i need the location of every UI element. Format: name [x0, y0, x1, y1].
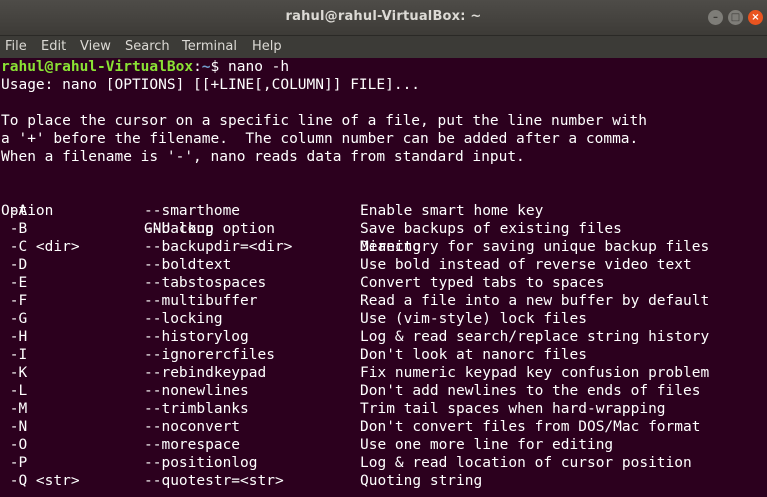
minimize-button[interactable]: – [708, 10, 723, 25]
option-meaning: Convert typed tabs to spaces [360, 275, 605, 291]
prompt-separator: : [193, 59, 202, 75]
description-line: a '+' before the filename. The column nu… [1, 131, 639, 147]
option-long-name: --noconvert [144, 419, 241, 435]
prompt-line: rahul@rahul-VirtualBox:~$ nano -h [1, 58, 289, 76]
option-flag: -I [1, 347, 28, 363]
option-meaning: Enable smart home key [360, 203, 544, 219]
description-line: To place the cursor on a specific line o… [1, 113, 648, 129]
option-flag: -F [1, 293, 28, 309]
maximize-button[interactable]: □ [728, 10, 743, 25]
menu-search[interactable]: Search [125, 38, 170, 56]
menu-file[interactable]: File [5, 38, 27, 56]
option-long-name: --backup [144, 221, 214, 237]
option-long-name: --locking [144, 311, 223, 327]
option-meaning: Don't convert files from DOS/Mac format [360, 419, 701, 435]
window-title: rahul@rahul-VirtualBox: ~ [285, 9, 482, 24]
option-flag: -B [1, 221, 28, 237]
option-meaning: Don't look at nanorc files [360, 347, 587, 363]
option-long-name: --nonewlines [144, 383, 249, 399]
option-long-name: --ignorercfiles [144, 347, 275, 363]
prompt-symbol: $ [210, 59, 220, 75]
option-flag: -Q <str> [1, 473, 80, 489]
option-meaning: Quoting string [360, 473, 483, 489]
option-flag: -E [1, 275, 28, 291]
prompt-path: ~ [201, 59, 211, 75]
usage-line: Usage: nano [OPTIONS] [[+LINE[,COLUMN]] … [1, 77, 421, 93]
description-line: When a filename is '-', nano reads data … [1, 149, 525, 165]
option-meaning: Use one more line for editing [360, 437, 614, 453]
option-long-name: --rebindkeypad [144, 365, 267, 381]
option-long-name: --multibuffer [144, 293, 258, 309]
close-button[interactable]: × [748, 10, 763, 25]
option-meaning: Fix numeric keypad key confusion problem [360, 365, 710, 381]
option-long-name: --positionlog [144, 455, 258, 471]
option-flag: -K [1, 365, 28, 381]
menu-view[interactable]: View [80, 38, 111, 56]
option-meaning: Log & read location of cursor position [360, 455, 692, 471]
option-meaning: Use bold instead of reverse video text [360, 257, 692, 273]
option-flag: -D [1, 257, 28, 273]
option-long-name: --boldtext [144, 257, 232, 273]
option-flag: -G [1, 311, 28, 327]
terminal-output[interactable]: rahul@rahul-VirtualBox:~$ nano -h Usage:… [0, 58, 767, 497]
option-long-name: --tabstospaces [144, 275, 267, 291]
option-flag: -P [1, 455, 28, 471]
option-meaning: Log & read search/replace string history [360, 329, 710, 345]
option-meaning: Trim tail spaces when hard-wrapping [360, 401, 666, 417]
option-meaning: Save backups of existing files [360, 221, 622, 237]
options-header: Option GNU long option Meaning [1, 184, 421, 255]
option-long-name: --morespace [144, 437, 241, 453]
option-long-name: --smarthome [144, 203, 241, 219]
prompt-user-host: rahul@rahul-VirtualBox [1, 59, 194, 75]
option-long-name: --quotestr=<str> [144, 473, 284, 489]
menu-help[interactable]: Help [252, 38, 282, 56]
menu-terminal[interactable]: Terminal [182, 38, 237, 56]
menu-bar: File Edit View Search Terminal Help [0, 36, 767, 58]
option-meaning: Directory for saving unique backup files [360, 239, 710, 255]
menu-edit[interactable]: Edit [41, 38, 66, 56]
option-long-name: --backupdir=<dir> [144, 239, 293, 255]
prompt-command: nano -h [228, 59, 290, 75]
option-flag: -A [1, 203, 28, 219]
option-flag: -N [1, 419, 28, 435]
option-flag: -L [1, 383, 28, 399]
terminal-window: rahul@rahul-VirtualBox: ~ – □ × File Edi… [0, 0, 767, 497]
option-long-name: --historylog [144, 329, 249, 345]
option-meaning: Read a file into a new buffer by default [360, 293, 710, 309]
option-flag: -H [1, 329, 28, 345]
option-flag: -O [1, 437, 28, 453]
option-flag: -C <dir> [1, 239, 80, 255]
option-long-name: --trimblanks [144, 401, 249, 417]
option-flag: -M [1, 401, 28, 417]
title-bar[interactable]: rahul@rahul-VirtualBox: ~ – □ × [0, 0, 767, 36]
option-meaning: Use (vim-style) lock files [360, 311, 587, 327]
option-meaning: Don't add newlines to the ends of files [360, 383, 701, 399]
